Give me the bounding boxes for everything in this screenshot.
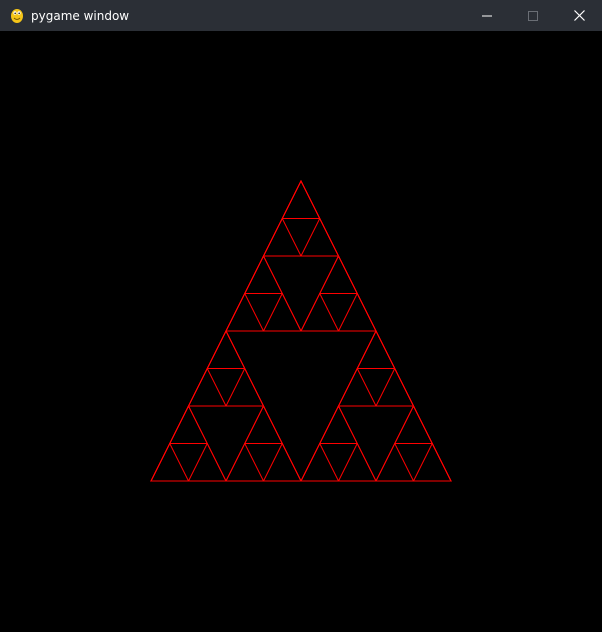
fractal-triangle-4 bbox=[187, 442, 227, 482]
fractal-triangle-34 bbox=[337, 292, 377, 332]
fractal-triangle-35 bbox=[318, 254, 359, 294]
fractal-triangle-38 bbox=[300, 217, 340, 257]
fractal-triangle-22 bbox=[393, 404, 434, 444]
fractal-triangle-29 bbox=[225, 292, 265, 332]
fractal-triangle-9 bbox=[243, 404, 284, 444]
close-button[interactable] bbox=[556, 0, 602, 31]
pygame-window: pygame window bbox=[0, 0, 602, 632]
fractal-triangle-12 bbox=[225, 367, 265, 407]
fractal-triangle-31 bbox=[243, 254, 284, 294]
fractal-triangle-39 bbox=[281, 179, 321, 219]
fractal-triangle-13 bbox=[206, 329, 246, 369]
maximize-icon bbox=[528, 10, 538, 21]
fractal-triangle-7 bbox=[225, 442, 265, 482]
pygame-snake-icon bbox=[9, 8, 25, 24]
fractal-triangle-37 bbox=[262, 217, 302, 257]
fractal-triangle-18 bbox=[318, 404, 359, 444]
fractal-triangle-30 bbox=[262, 292, 302, 332]
minimize-button[interactable] bbox=[464, 0, 510, 31]
fractal-triangle-20 bbox=[375, 442, 415, 482]
fractal-triangle-24 bbox=[337, 367, 377, 407]
close-icon bbox=[573, 10, 585, 21]
game-canvas[interactable] bbox=[1, 31, 601, 631]
fractal-triangle-25 bbox=[375, 367, 415, 407]
fractal-triangle-3 bbox=[150, 442, 190, 482]
fractal-triangle-16 bbox=[300, 442, 340, 482]
title-bar[interactable]: pygame window bbox=[0, 0, 602, 31]
fractal-triangle-5 bbox=[168, 404, 209, 444]
fractal-triangle-8 bbox=[262, 442, 302, 482]
fractal-triangle-17 bbox=[337, 442, 377, 482]
window-title: pygame window bbox=[31, 8, 130, 23]
fractal-triangle-26 bbox=[356, 329, 396, 369]
maximize-button[interactable] bbox=[510, 0, 556, 31]
fractal-triangle-33 bbox=[300, 292, 340, 332]
fractal-triangle-11 bbox=[187, 367, 227, 407]
minimize-icon bbox=[482, 15, 492, 16]
fractal-triangle-21 bbox=[412, 442, 452, 482]
window-controls bbox=[464, 0, 602, 31]
sierpinski-triangle bbox=[150, 179, 452, 482]
